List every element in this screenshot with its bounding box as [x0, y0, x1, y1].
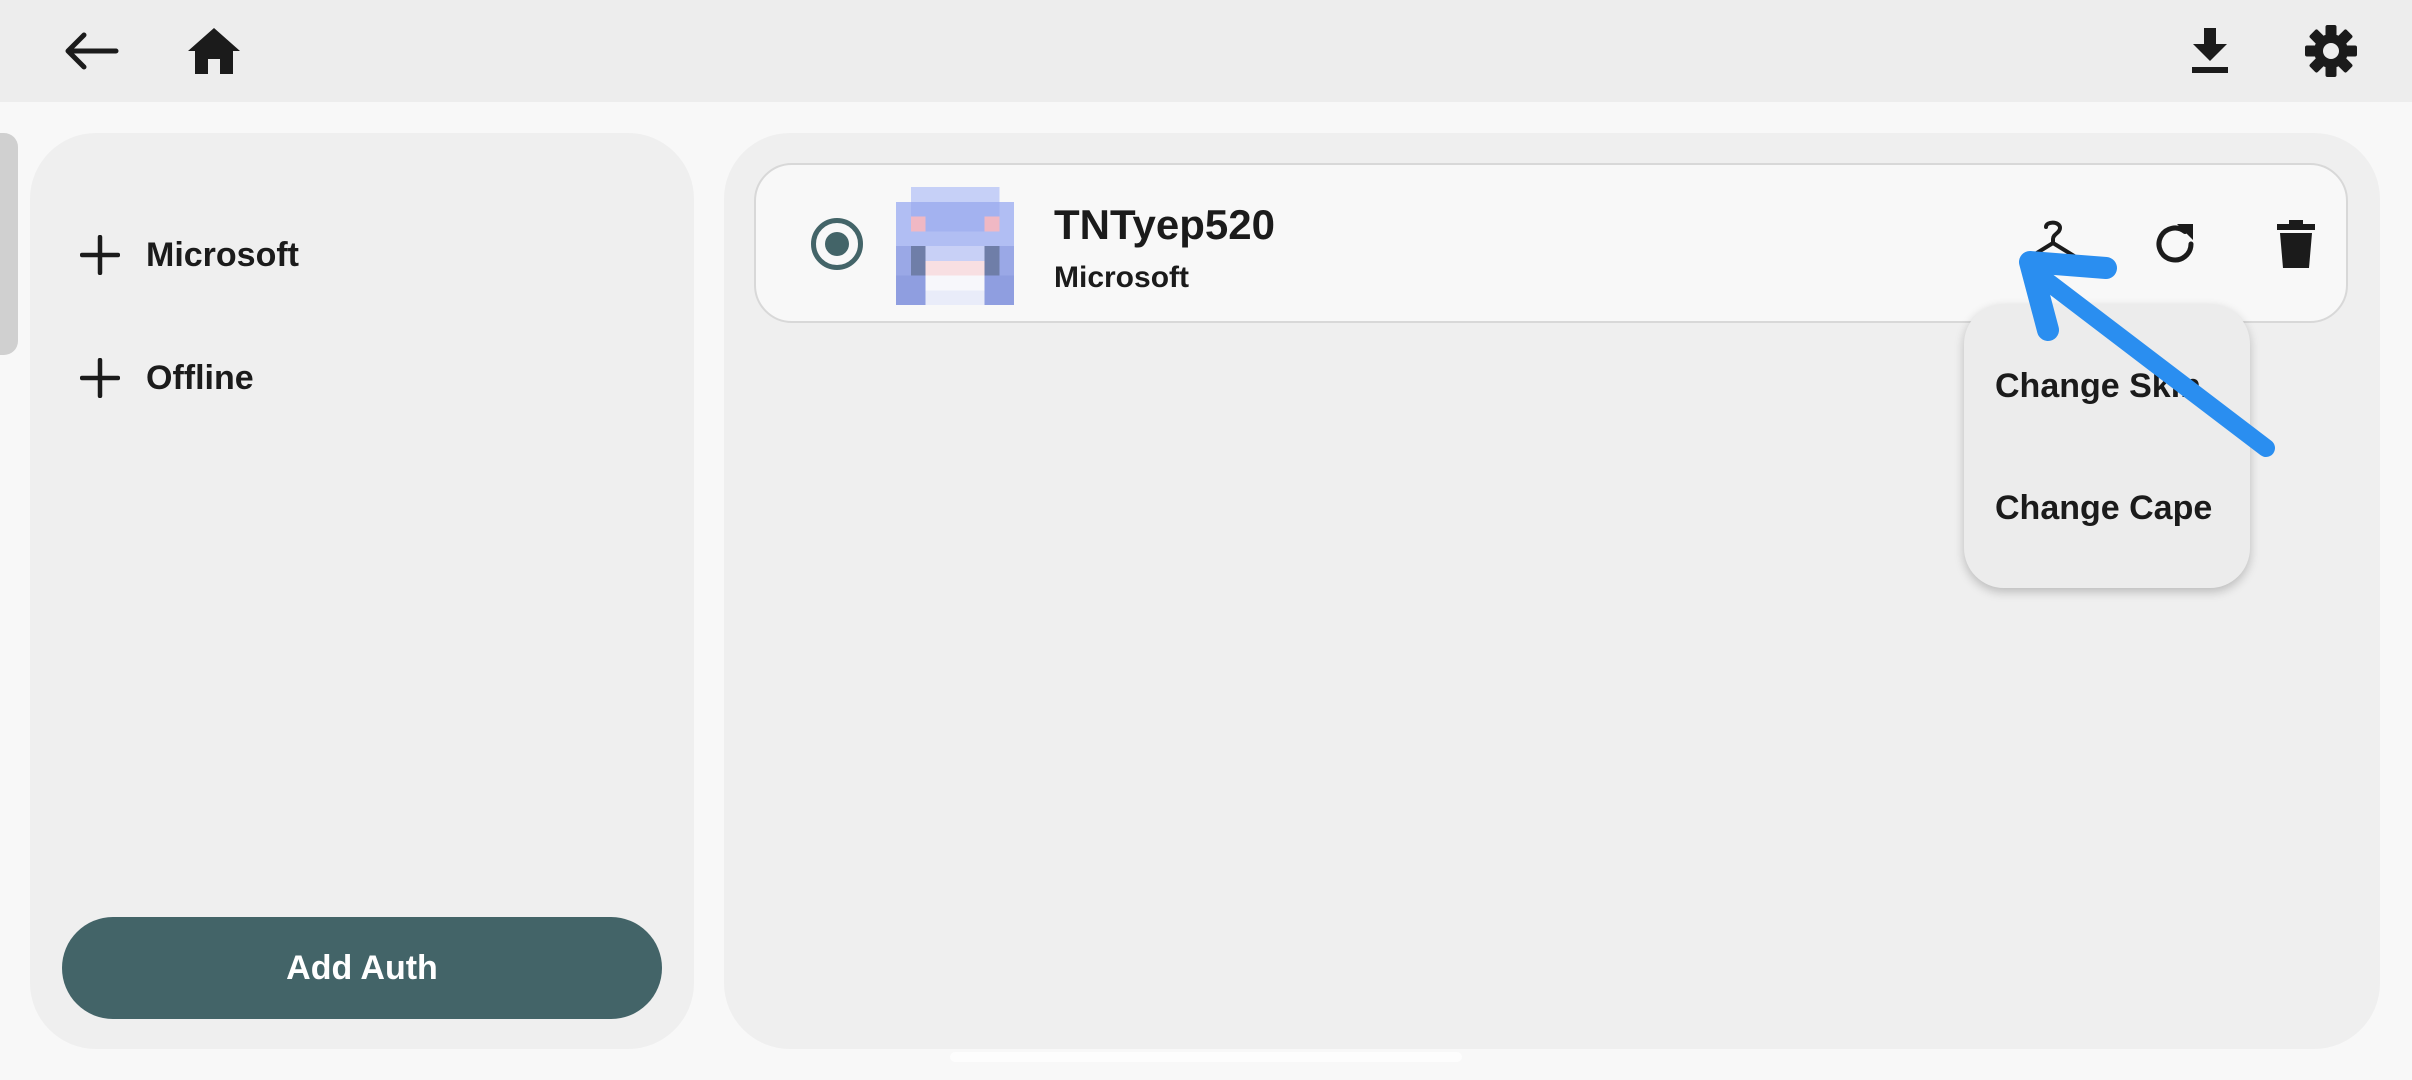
add-microsoft-label: Microsoft	[146, 235, 299, 274]
add-auth-button[interactable]: Add Auth	[62, 917, 662, 1019]
refresh-icon	[2156, 224, 2194, 263]
account-type: Microsoft	[1054, 261, 1189, 294]
add-offline-label: Offline	[146, 358, 254, 397]
delete-account-button[interactable]	[2260, 208, 2332, 280]
avatar	[896, 187, 1014, 305]
home-indicator	[950, 1052, 1462, 1062]
add-offline-account[interactable]: Offline	[78, 348, 254, 408]
top-app-bar	[0, 0, 2412, 102]
menu-item-change-cape[interactable]: Change Cape	[1995, 478, 2212, 538]
gear-icon	[2305, 25, 2357, 77]
menu-item-change-skin[interactable]: Change Skin	[1995, 356, 2201, 416]
download-button[interactable]	[2170, 11, 2250, 91]
settings-button[interactable]	[2291, 11, 2371, 91]
radio-selected-dot	[825, 232, 849, 256]
home-button[interactable]	[174, 11, 254, 91]
trash-icon	[2277, 220, 2315, 268]
auth-type-panel: Microsoft Offline Add Auth	[30, 133, 694, 1049]
plus-icon	[78, 233, 122, 277]
refresh-account-button[interactable]	[2139, 208, 2211, 280]
account-list-item[interactable]: TNTyep520 Microsoft	[754, 163, 2348, 323]
back-button[interactable]	[52, 11, 132, 91]
arrow-left-icon	[65, 32, 119, 70]
add-microsoft-account[interactable]: Microsoft	[78, 225, 299, 285]
home-icon	[188, 28, 240, 74]
change-skin-cape-button[interactable]	[2017, 208, 2089, 280]
plus-icon	[78, 356, 122, 400]
hanger-icon	[2025, 220, 2081, 261]
account-name: TNTyep520	[1054, 201, 1275, 248]
side-drawer-handle[interactable]	[0, 133, 18, 355]
skin-cape-menu: Change Skin Change Cape	[1964, 304, 2250, 588]
account-select-radio[interactable]	[811, 218, 863, 270]
account-list-panel: TNTyep520 Microsoft	[724, 133, 2380, 1049]
download-icon	[2192, 28, 2228, 73]
